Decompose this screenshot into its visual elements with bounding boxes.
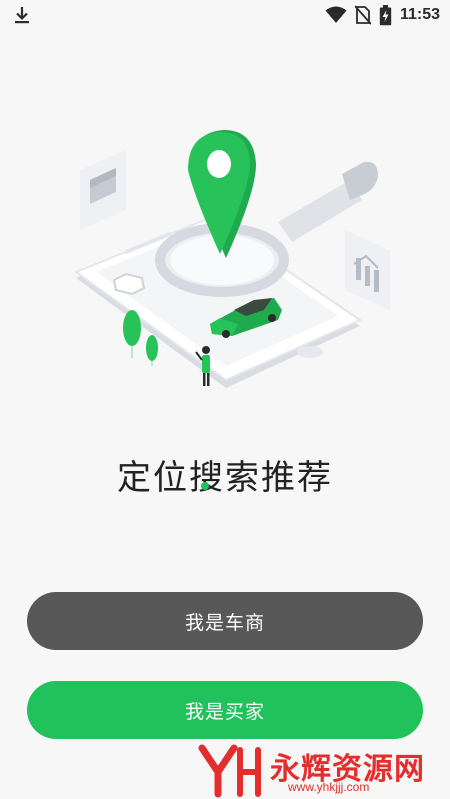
wifi-icon (325, 6, 347, 23)
map-pin-phone-car-illustration (73, 130, 390, 388)
watermark: 永辉资源网 www.yhkjjj.com (196, 742, 446, 798)
pagination-dot (201, 482, 209, 490)
clock-time: 11:53 (399, 6, 440, 23)
no-sim-icon (354, 5, 371, 25)
watermark-logo-icon (198, 744, 261, 798)
watermark-url: www.yhkjjj.com (288, 780, 370, 794)
buyer-button[interactable]: 我是买家 (27, 681, 423, 739)
onboarding-headline: 定位搜索推荐 (117, 458, 333, 498)
battery-charging-icon (379, 4, 392, 25)
download-icon (15, 7, 29, 24)
hexagon-nut-graphic (112, 272, 146, 296)
document-card-icon (80, 150, 126, 230)
dealer-button[interactable]: 我是车商 (27, 592, 423, 650)
chart-card-icon (345, 230, 390, 310)
status-bar: 11:53 (0, 0, 450, 30)
